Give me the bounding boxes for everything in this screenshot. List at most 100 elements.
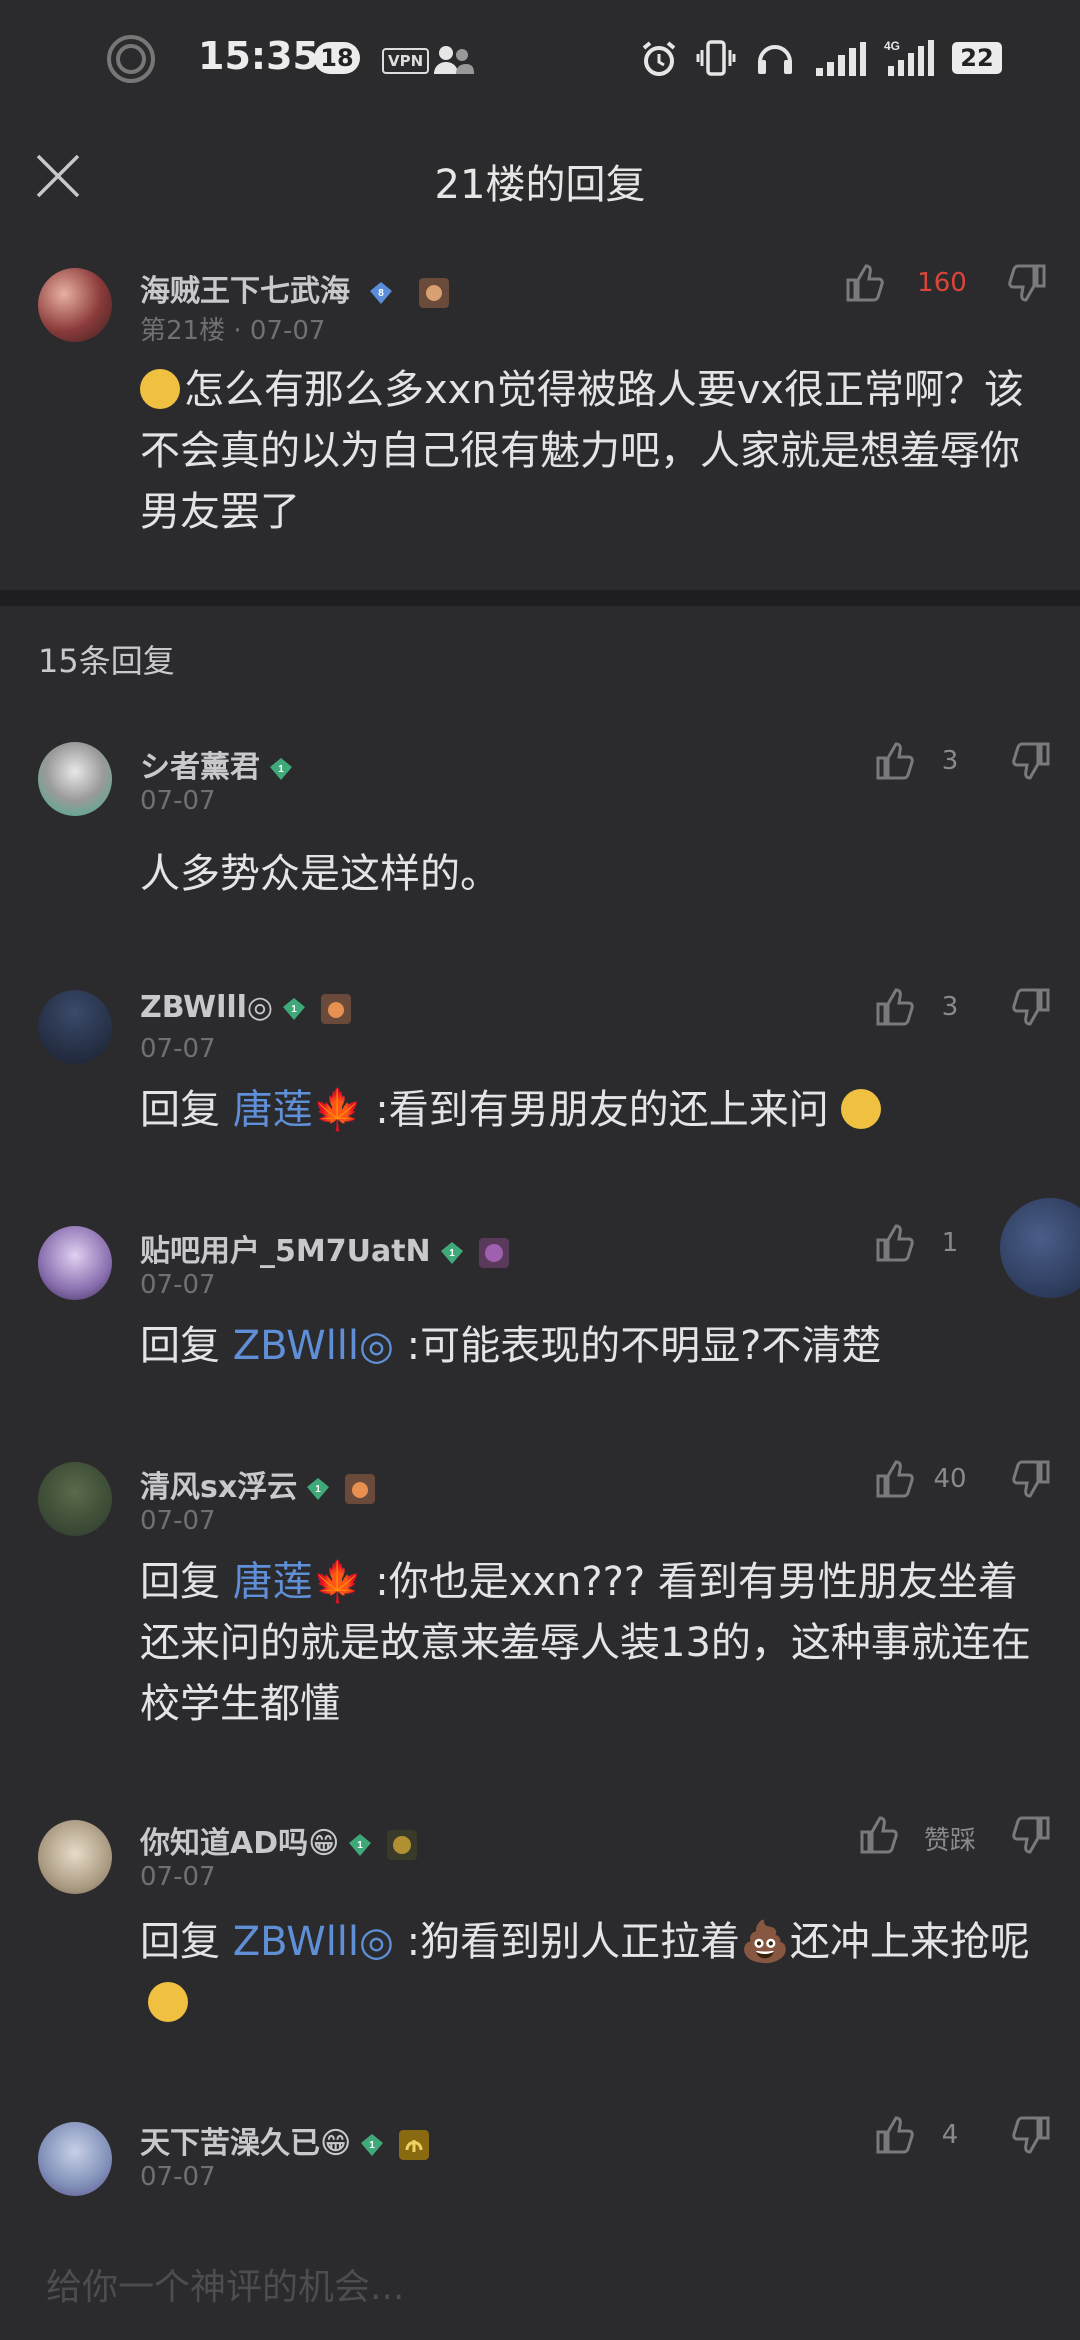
alarm-icon [642,41,676,76]
reply-date: 07-07 [140,1862,216,1892]
reply-text: 回复 ZBWlll◎ :狗看到别人正拉着💩还冲上来抢呢 [140,1912,1040,2034]
post-text: 怎么有那么多xxn觉得被路人要vx很正常啊？该不会真的以为自己很有魅力吧，人家就… [140,367,1025,535]
reply-username[interactable]: 清风sx浮云 1 [140,1462,376,1506]
reply-date: 07-07 [140,1270,216,1300]
emoji-icon [148,1982,188,2022]
reply-text: 人多势众是这样的。 [140,851,500,897]
level-gem-icon: 1 [440,1241,463,1264]
post-like-count: 160 [917,268,967,298]
reply-text: 回复 ZBWlll◎ :可能表现的不明显?不清楚 [140,1323,882,1369]
level-gem-icon: 1 [307,1477,330,1500]
emoji-icon [140,369,180,409]
post-meta: 第21楼 · 07-07 [140,316,326,346]
reply-text: 回复 唐莲🍁 :你也是xxn??? 看到有男性朋友坐着还来问的就是故意来羞辱人装… [140,1559,1031,1727]
thumb-down-icon[interactable] [1008,262,1048,304]
vpn-indicator: VPN [382,48,430,74]
svg-text:8: 8 [379,288,385,299]
like-count: 4 [941,2120,959,2150]
replies-count: 15条回复 [38,642,175,680]
vibrate-icon [696,40,736,76]
reply-date: 07-07 [140,2162,216,2192]
avatar[interactable] [38,268,112,342]
status-time: 15:35 [198,34,319,78]
reply-date: 07-07 [140,1506,216,1536]
like-count: 3 [941,746,959,776]
avatar[interactable] [38,1226,112,1300]
thumb-up-icon[interactable] [874,2114,914,2156]
like-count: 赞踩 [923,1826,976,1856]
post-like-group: 160 [844,262,1054,312]
reply-like-group: 3 [874,740,1054,790]
thumb-down-icon[interactable] [1012,1814,1052,1856]
thumb-up-icon[interactable] [874,1458,914,1500]
level-gem-icon: 1 [349,1833,372,1856]
top-bar: 21楼的回复 [0,120,1080,230]
reply-username[interactable]: シ者薰君 1 [140,742,294,786]
signal-icon [816,42,866,76]
thumb-up-icon[interactable] [874,1222,914,1264]
thumb-down-icon[interactable] [1012,986,1052,1028]
comment-input-bar[interactable]: 给你一个神评的机会... [0,2230,1080,2340]
member-badge-icon [387,1829,418,1860]
floating-avatar[interactable] [1000,1198,1080,1298]
emoji-icon [841,1089,882,1129]
reply-to-link[interactable]: ZBWlll◎ [233,1323,394,1369]
thumb-down-icon[interactable] [1012,1458,1052,1500]
reply-like-group: 赞踩 [858,1814,1054,1864]
thumb-up-icon[interactable] [858,1814,898,1856]
reply-text: 回复 唐莲🍁 :看到有男朋友的还上来问 [140,1080,1040,1141]
like-count: 1 [941,1228,959,1258]
svg-text:1: 1 [358,1840,364,1851]
thumb-up-icon[interactable] [874,740,914,782]
avatar[interactable] [38,2122,112,2196]
contacts-icon [434,46,474,74]
reply-like-group: 4 [874,2114,1054,2164]
reply-like-group: 40 [874,1458,1054,1508]
comment-input[interactable]: 给你一个神评的机会... [46,2258,404,2310]
battery-indicator: 22 [952,42,1002,74]
svg-text:4G: 4G [884,39,900,53]
svg-text:1: 1 [370,2140,376,2151]
status-bar: 15:35 18 VPN 4G 22 [0,0,1080,120]
svg-text:1: 1 [278,764,284,775]
level-gem-icon: 1 [283,997,306,1020]
level-gem-icon: 8 [370,281,393,304]
record-icon [107,35,155,83]
reply-username[interactable]: 天下苦澡久已😁 1 [140,2118,430,2162]
member-badge-icon [321,993,352,1024]
level-gem-icon: 1 [361,2133,384,2156]
thumb-down-icon[interactable] [1012,740,1052,782]
page-title: 21楼的回复 [434,162,646,208]
svg-text:1: 1 [315,1484,321,1495]
like-count: 40 [933,1464,967,1494]
reply-username[interactable]: 贴吧用户_5M7UatN 1 [140,1226,509,1270]
post-username[interactable]: 海贼王下七武海 8 [140,266,449,310]
level-gem-icon: 1 [270,757,292,780]
like-count: 3 [941,992,959,1022]
member-badge-icon [345,1473,376,1504]
thumb-down-icon[interactable] [1012,2114,1052,2156]
avatar[interactable] [38,742,112,816]
reply-username[interactable]: ZBWlll◎ 1 [140,990,352,1025]
section-divider [0,590,1080,606]
thumb-up-icon[interactable] [844,262,884,304]
reply-to-link[interactable]: ZBWlll◎ [233,1919,394,1965]
reply-to-link[interactable]: 唐莲🍁 [233,1559,363,1605]
reply-date: 07-07 [140,786,216,816]
signal-4g-icon: 4G [884,39,934,76]
avatar[interactable] [38,990,112,1064]
reply-date: 07-07 [140,1034,216,1064]
reply-to-link[interactable]: 唐莲🍁 [233,1087,363,1133]
svg-text:1: 1 [449,1248,455,1259]
avatar[interactable] [38,1820,112,1894]
thumb-up-icon[interactable] [874,986,914,1028]
member-badge-icon [478,1237,509,1268]
headset-icon [758,45,792,74]
reply-like-group: 3 [874,986,1054,1036]
notification-badge: 18 [314,42,360,74]
member-badge-icon [418,277,449,308]
member-badge-icon [399,2129,430,2160]
reply-username[interactable]: 你知道AD吗😁 1 [140,1818,418,1862]
avatar[interactable] [38,1462,112,1536]
svg-text:1: 1 [291,1004,297,1015]
